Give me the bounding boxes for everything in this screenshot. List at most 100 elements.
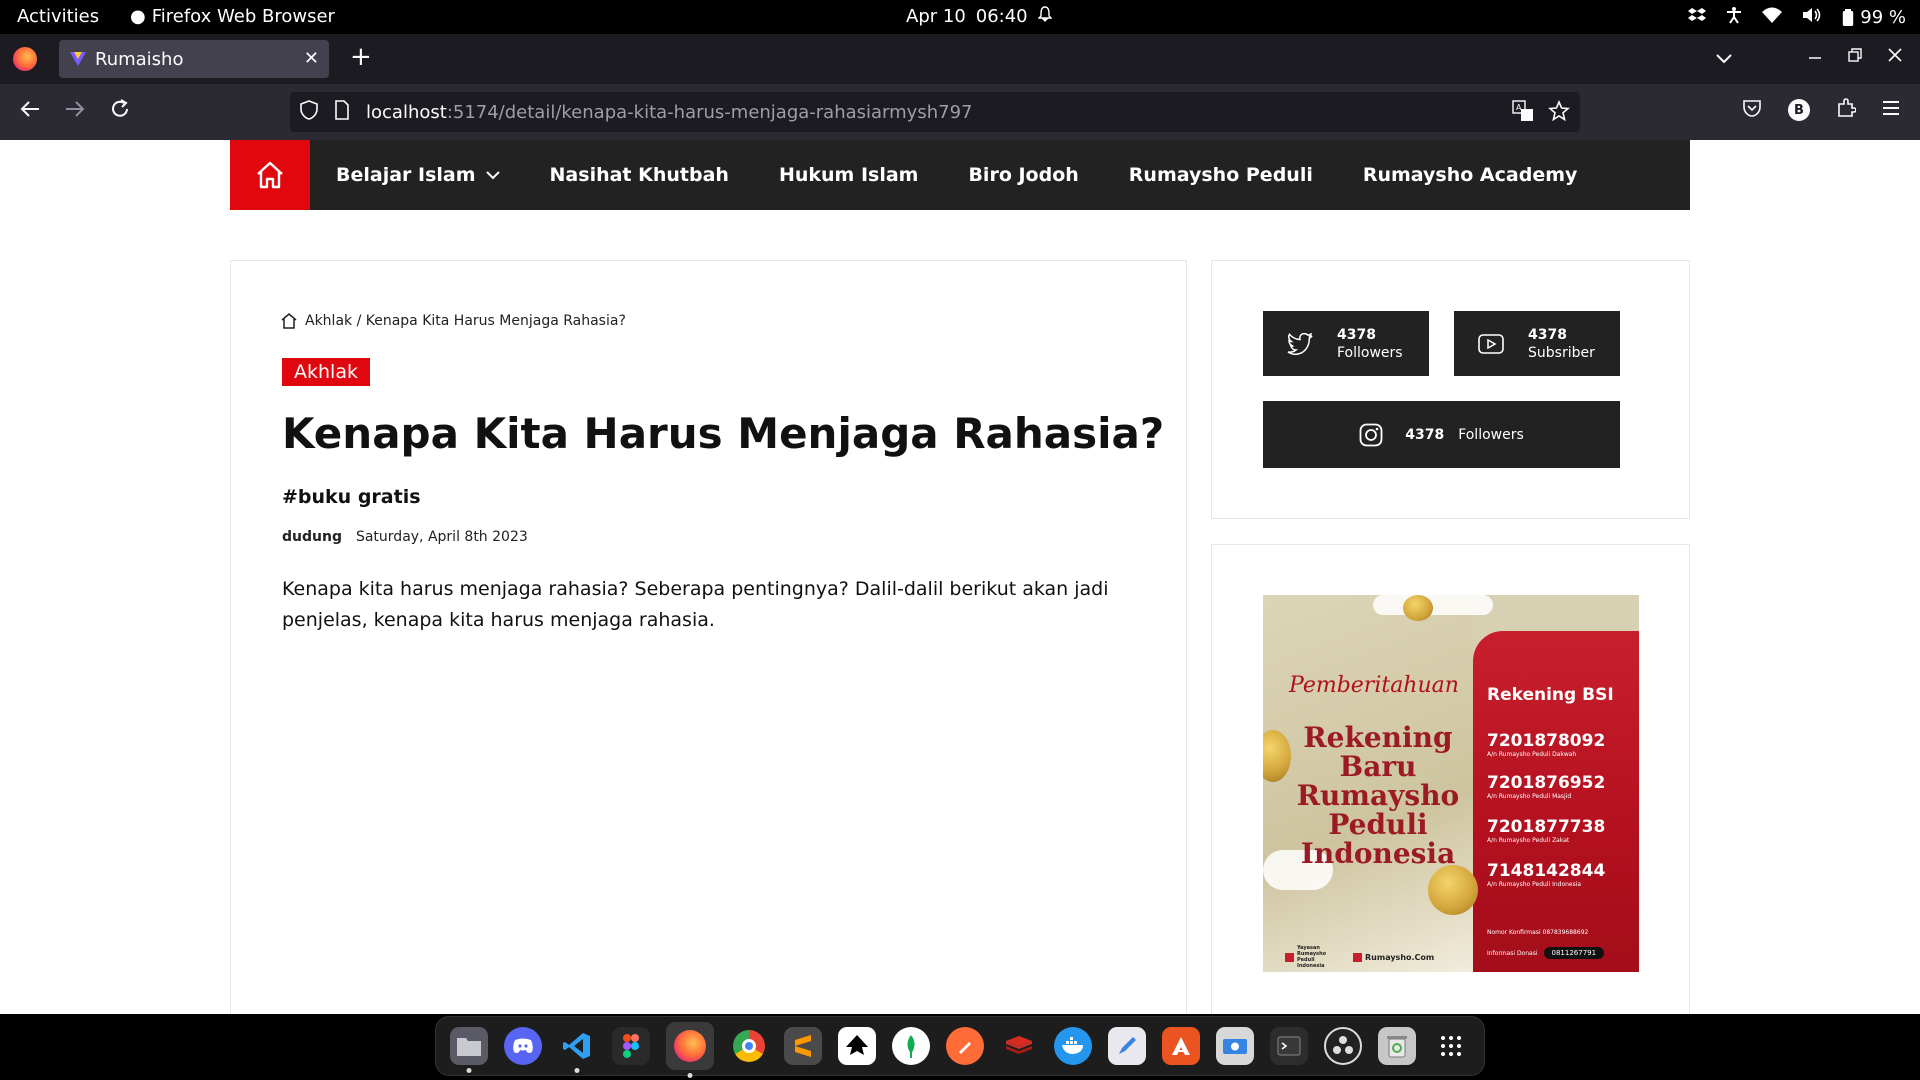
extensions-icon[interactable] [1836, 98, 1857, 122]
youtube-button[interactable]: 4378 Subsriber [1454, 311, 1620, 376]
url-text[interactable]: localhost:5174/detail/kenapa-kita-harus-… [366, 102, 972, 123]
list-all-tabs-icon[interactable] [1716, 48, 1732, 69]
banner-headline: Rekening Baru Rumaysho Peduli Indonesia [1283, 723, 1473, 868]
bank-title: Rekening BSI [1487, 685, 1614, 705]
app-menu[interactable]: ● Firefox Web Browser [130, 6, 335, 27]
obs-icon[interactable] [1324, 1027, 1362, 1065]
bell-icon [1036, 6, 1053, 27]
home-icon[interactable] [281, 313, 297, 329]
menu-rumaysho-academy[interactable]: Rumaysho Academy [1363, 164, 1578, 186]
category-badge[interactable]: Akhlak [282, 358, 370, 386]
headline-line: Rumaysho [1296, 779, 1460, 812]
address-bar[interactable]: localhost:5174/detail/kenapa-kita-harus-… [290, 92, 1580, 132]
battery-status: 99 % [1842, 7, 1906, 28]
account-owner: A/n Rumaysho Peduli Zakat [1487, 837, 1570, 844]
figma-icon[interactable] [612, 1027, 650, 1065]
home-button[interactable] [230, 140, 310, 210]
headline-line: Indonesia [1300, 837, 1456, 870]
donation-banner[interactable]: Pemberitahuan Rekening Baru Rumaysho Ped… [1263, 595, 1639, 972]
postman-icon[interactable] [946, 1027, 984, 1065]
hamburger-menu-icon[interactable] [1882, 100, 1900, 120]
rumaysho-logo-icon [1285, 952, 1294, 962]
chevron-down-icon [485, 170, 500, 179]
menu-belajar-islam[interactable]: Belajar Islam [336, 164, 500, 186]
account-entry: 7201878092 A/n Rumaysho Peduli Dakwah [1487, 731, 1605, 758]
discord-icon[interactable] [504, 1027, 542, 1065]
publish-date: Saturday, April 8th 2023 [355, 529, 528, 545]
inkscape-icon[interactable] [838, 1027, 876, 1065]
site-navbar: Belajar Islam Nasihat Khutbah Hukum Isla… [230, 140, 1690, 210]
tab-rumaisho[interactable]: Rumaisho ✕ [59, 40, 329, 78]
terminal-icon[interactable] [1270, 1027, 1308, 1065]
logo-yayasan: Yayasan Rumaysho Peduli Indonesia [1285, 945, 1341, 969]
text-editor-icon[interactable] [1108, 1027, 1146, 1065]
bookmark-star-icon[interactable] [1548, 99, 1570, 126]
vscode-icon[interactable] [558, 1027, 596, 1073]
reload-icon[interactable] [106, 98, 134, 127]
firefox-icon[interactable] [666, 1022, 714, 1078]
instagram-count: 4378 [1405, 426, 1445, 443]
system-tray[interactable]: 99 % [1688, 6, 1906, 29]
whatsapp-number: 0811267791 [1543, 947, 1605, 959]
instagram-icon [1359, 423, 1383, 446]
logo-rumaysho: Rumaysho.Com [1353, 945, 1434, 969]
app-name: Firefox Web Browser [151, 6, 335, 27]
forward-icon[interactable] [61, 98, 89, 127]
account-owner: A/n Rumaysho Peduli Dakwah [1487, 751, 1577, 758]
social-card: 4378 Followers 4378 Subsriber 4378 Follo… [1211, 260, 1690, 519]
youtube-label: Subsriber [1528, 344, 1595, 361]
menu-nasihat-khutbah[interactable]: Nasihat Khutbah [550, 164, 729, 186]
redis-icon[interactable] [1000, 1027, 1038, 1065]
app-grid-icon[interactable] [1432, 1027, 1470, 1065]
tab-strip: Rumaisho ✕ + [0, 34, 1920, 84]
trash-icon[interactable] [1378, 1027, 1416, 1065]
activities-button[interactable]: Activities [17, 6, 99, 27]
breadcrumb-text[interactable]: Akhlak / Kenapa Kita Harus Menjaga Rahas… [305, 313, 626, 329]
coin-decoration [1428, 865, 1478, 915]
tab-title: Rumaisho [95, 48, 184, 70]
docker-icon[interactable] [1054, 1027, 1092, 1065]
headline-line: Rekening [1303, 721, 1453, 754]
date-label: Apr 10 [906, 6, 966, 27]
translate-icon[interactable]: A [1512, 100, 1534, 126]
article-tag[interactable]: #buku gratis [282, 486, 421, 508]
firefox-small-icon: ● [130, 6, 146, 27]
instagram-button[interactable]: 4378 Followers [1263, 401, 1620, 468]
twitter-button[interactable]: 4378 Followers [1263, 311, 1429, 376]
author-name[interactable]: dudung [282, 529, 342, 545]
firefox-view-icon[interactable] [13, 47, 37, 71]
twitter-icon [1287, 332, 1313, 355]
restore-icon[interactable] [1848, 46, 1862, 67]
files-icon[interactable] [450, 1027, 488, 1073]
app-center-icon[interactable] [1162, 1027, 1200, 1065]
chrome-icon[interactable] [730, 1027, 768, 1065]
menu-hukum-islam[interactable]: Hukum Islam [779, 164, 919, 186]
account-entry: 7201876952 A/n Rumaysho Peduli Masjid [1487, 773, 1605, 800]
banner-logos: Yayasan Rumaysho Peduli Indonesia Rumays… [1285, 945, 1434, 969]
article-title: Kenapa Kita Harus Menjaga Rahasia? [282, 409, 1165, 458]
accessibility-icon [1726, 6, 1742, 29]
tracking-protection-icon[interactable] [300, 100, 322, 124]
sublime-text-icon[interactable] [784, 1027, 822, 1065]
page-info-icon[interactable] [334, 100, 356, 124]
menu-rumaysho-peduli[interactable]: Rumaysho Peduli [1129, 164, 1313, 186]
pocket-icon[interactable] [1742, 98, 1762, 122]
back-icon[interactable] [16, 98, 44, 127]
close-window-icon[interactable] [1888, 46, 1902, 67]
rumaysho-logo-icon [1353, 952, 1362, 962]
system-top-bar: Activities ● Firefox Web Browser Apr 10 … [0, 0, 1920, 34]
close-tab-icon[interactable]: ✕ [304, 48, 319, 69]
article-lead: Kenapa kita harus menjaga rahasia? Seber… [282, 578, 1109, 631]
minimize-icon[interactable] [1808, 46, 1822, 67]
dock [435, 1016, 1485, 1078]
menu-biro-jodoh[interactable]: Biro Jodoh [968, 164, 1078, 186]
time-label: 06:40 [975, 6, 1028, 27]
clock[interactable]: Apr 10 06:40 [906, 6, 1053, 27]
article-meta: dudung Saturday, April 8th 2023 [282, 529, 528, 545]
screenshot-icon[interactable] [1216, 1027, 1254, 1065]
account-avatar[interactable]: B [1788, 99, 1810, 121]
cloud-decoration [1373, 595, 1493, 615]
mongodb-compass-icon[interactable] [892, 1027, 930, 1065]
new-tab-button[interactable]: + [350, 44, 372, 70]
web-page: Belajar Islam Nasihat Khutbah Hukum Isla… [0, 140, 1920, 1014]
